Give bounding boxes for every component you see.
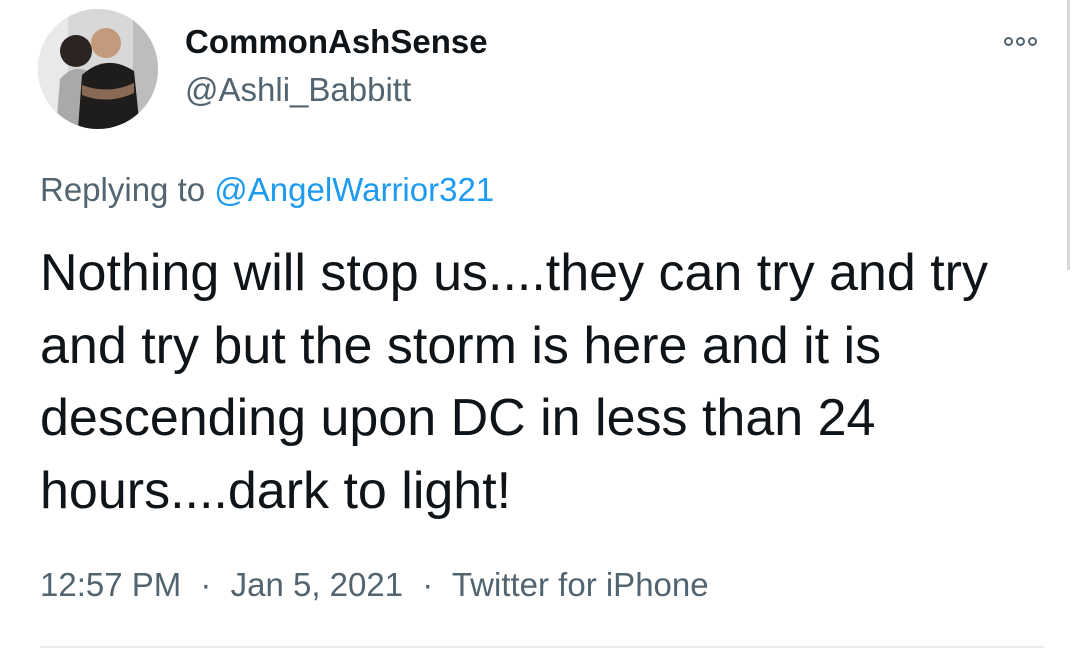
- tweet-detail: CommonAshSense @Ashli_Babbitt Replying t…: [0, 0, 1075, 657]
- meta-separator: ·: [422, 566, 434, 603]
- more-options-icon: [1027, 36, 1037, 46]
- tweet-time[interactable]: 12:57 PM: [40, 566, 181, 603]
- tweet-date[interactable]: Jan 5, 2021: [231, 566, 403, 603]
- author-display-name[interactable]: CommonAshSense: [185, 22, 488, 62]
- tweet-source[interactable]: Twitter for iPhone: [452, 566, 709, 603]
- profile-photo-icon: [38, 9, 158, 129]
- replying-to-label: Replying to: [40, 171, 206, 208]
- meta-separator: ·: [200, 566, 212, 603]
- more-options-icon: [1015, 36, 1025, 46]
- reply-mention-link[interactable]: @AngelWarrior321: [214, 171, 494, 208]
- scrollbar[interactable]: [1067, 0, 1070, 270]
- tweet-text: Nothing will stop us....they can try and…: [40, 244, 988, 520]
- more-options-icon: [1003, 36, 1013, 46]
- replying-to-line: Replying to @AngelWarrior321: [40, 168, 494, 212]
- author-handle[interactable]: @Ashli_Babbitt: [185, 70, 411, 110]
- tweet-metadata: 12:57 PM · Jan 5, 2021 · Twitter for iPh…: [40, 563, 709, 607]
- more-options-button[interactable]: [996, 26, 1044, 56]
- divider: [40, 646, 1044, 648]
- avatar[interactable]: [38, 9, 158, 129]
